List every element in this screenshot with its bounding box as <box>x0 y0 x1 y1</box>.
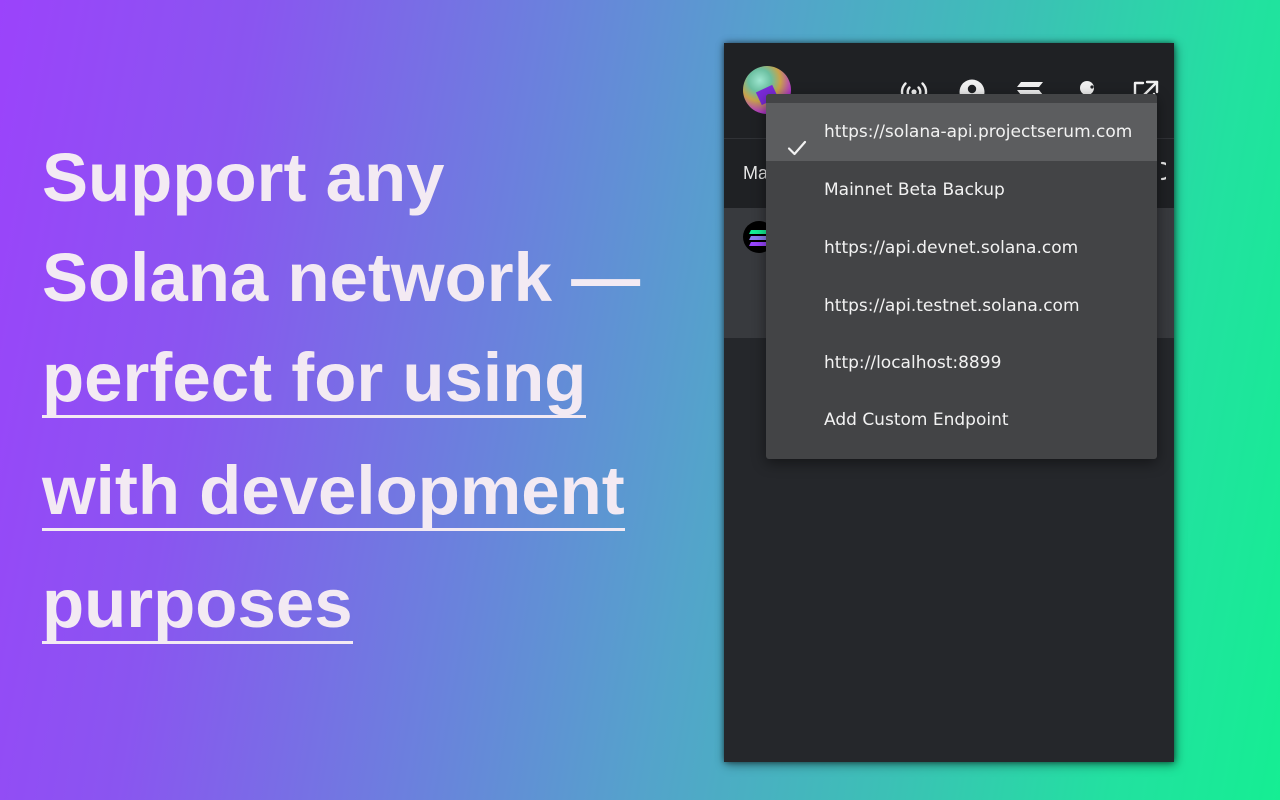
headline-line-3: perfect for using <box>42 339 587 418</box>
menu-item-localhost[interactable]: http://localhost:8899 <box>766 334 1157 392</box>
headline-line-5: purposes <box>42 565 353 644</box>
menu-item-add-custom-endpoint[interactable]: Add Custom Endpoint <box>766 391 1157 449</box>
menu-item-label: Mainnet Beta Backup <box>824 180 1005 200</box>
menu-item-label: https://api.devnet.solana.com <box>824 238 1079 258</box>
network-tab-label[interactable]: Ma <box>743 163 768 184</box>
menu-item-devnet[interactable]: https://api.devnet.solana.com <box>766 219 1157 277</box>
headline-line-2: Solana network — <box>42 239 641 316</box>
menu-item-label: https://solana-api.projectserum.com <box>824 122 1133 142</box>
headline: Support any Solana network — perfect for… <box>42 128 682 667</box>
menu-item-testnet[interactable]: https://api.testnet.solana.com <box>766 277 1157 335</box>
checkmark-icon <box>787 123 807 156</box>
menu-item-projectserum[interactable]: https://solana-api.projectserum.com <box>766 103 1157 161</box>
menu-item-mainnet-backup[interactable]: Mainnet Beta Backup <box>766 161 1157 219</box>
menu-item-label: http://localhost:8899 <box>824 353 1002 373</box>
menu-item-label: Add Custom Endpoint <box>824 410 1009 430</box>
network-dropdown-menu: https://solana-api.projectserum.com Main… <box>766 94 1157 459</box>
menu-item-label: https://api.testnet.solana.com <box>824 296 1080 316</box>
headline-line-1: Support any <box>42 139 445 216</box>
headline-line-4: with development <box>42 452 625 531</box>
